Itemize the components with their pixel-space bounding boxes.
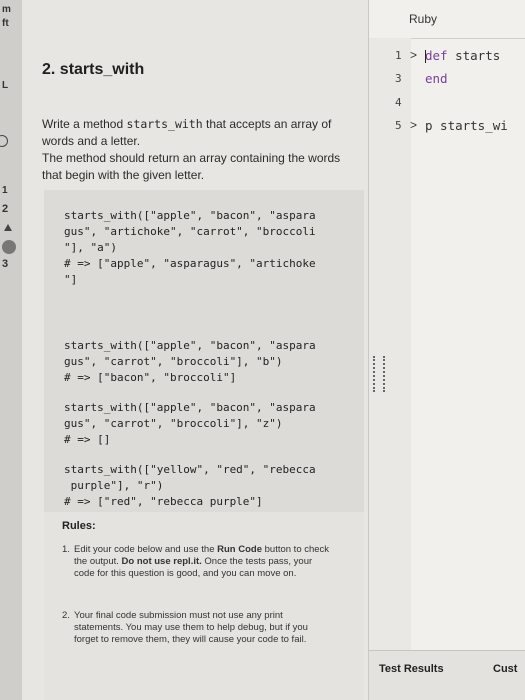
rule-number: 1. [62, 544, 70, 555]
code-line[interactable]: def starts [425, 48, 500, 63]
rule-text: Edit your code below and use the [74, 544, 218, 555]
code-keyword: end [425, 71, 448, 86]
example-code: starts_with(["apple", "bacon", "aspara g… [64, 339, 316, 384]
exercise-description: Write a method starts_with that accepts … [42, 116, 352, 184]
tab-custom[interactable]: Cust [493, 663, 517, 675]
description-text: The method should return an array contai… [42, 151, 341, 182]
rules-section: Rules: 1. Edit your code below and use t… [44, 512, 364, 700]
code-line[interactable]: p starts_wi [425, 118, 508, 133]
examples-block: starts_with(["apple", "bacon", "aspara g… [44, 190, 364, 512]
page-root: m ft L 1 2 3 2. starts_with Write a meth… [0, 0, 525, 700]
line-number: 1 [395, 49, 402, 62]
left-sidebar: m ft L 1 2 3 [0, 0, 23, 700]
method-name: starts_with [126, 117, 203, 131]
line-number: 5 [395, 119, 402, 132]
language-label[interactable]: Ruby [409, 12, 437, 26]
code-keyword: def [425, 48, 448, 63]
resize-handle[interactable] [373, 356, 385, 392]
rule-item: 2. Your final code submission must not u… [62, 610, 334, 646]
rule-emphasis: Do not use repl.it. [121, 556, 202, 567]
code-text: starts [447, 48, 501, 63]
code-text: p starts_wi [425, 118, 508, 133]
status-circle-icon[interactable] [0, 135, 8, 147]
instructions-panel: 2. starts_with Write a method starts_wit… [22, 0, 368, 700]
rule-emphasis: Run Code [217, 544, 262, 555]
tab-test-results[interactable]: Test Results [379, 663, 444, 675]
description-text: Write a method [42, 117, 127, 131]
line-gutter [369, 38, 411, 650]
sidebar-mark: L [2, 80, 9, 91]
rule-text: Your final code submission must not use … [74, 610, 308, 645]
line-number: 3 [395, 72, 402, 85]
code-editor[interactable]: Ruby 1 > def starts 3 end 4 5 > p starts… [368, 0, 525, 700]
example-code: starts_with(["apple", "bacon", "aspara g… [64, 209, 316, 286]
fold-arrow-icon[interactable]: > [410, 118, 417, 132]
sidebar-mark: 1 [2, 185, 8, 196]
example-code: starts_with(["yellow", "red", "rebecca p… [64, 463, 316, 508]
example-code: starts_with(["apple", "bacon", "aspara g… [64, 401, 316, 446]
line-number: 4 [395, 96, 402, 109]
editor-header: Ruby [369, 0, 525, 39]
rule-item: 1. Edit your code below and use the Run … [62, 544, 334, 580]
code-line[interactable]: end [425, 71, 448, 86]
sidebar-mark: m [2, 4, 11, 15]
sidebar-item-number[interactable]: 3 [2, 258, 8, 270]
sidebar-item-number[interactable]: 2 [2, 203, 8, 215]
sidebar-mark: ft [2, 18, 9, 29]
avatar-icon [2, 240, 16, 254]
warning-triangle-icon [4, 224, 12, 231]
rule-number: 2. [62, 610, 70, 621]
exercise-title: 2. starts_with [42, 61, 145, 78]
bottom-tab-bar: Test Results Cust [369, 650, 525, 700]
fold-arrow-icon[interactable]: > [410, 48, 417, 62]
rules-title: Rules: [62, 520, 96, 532]
